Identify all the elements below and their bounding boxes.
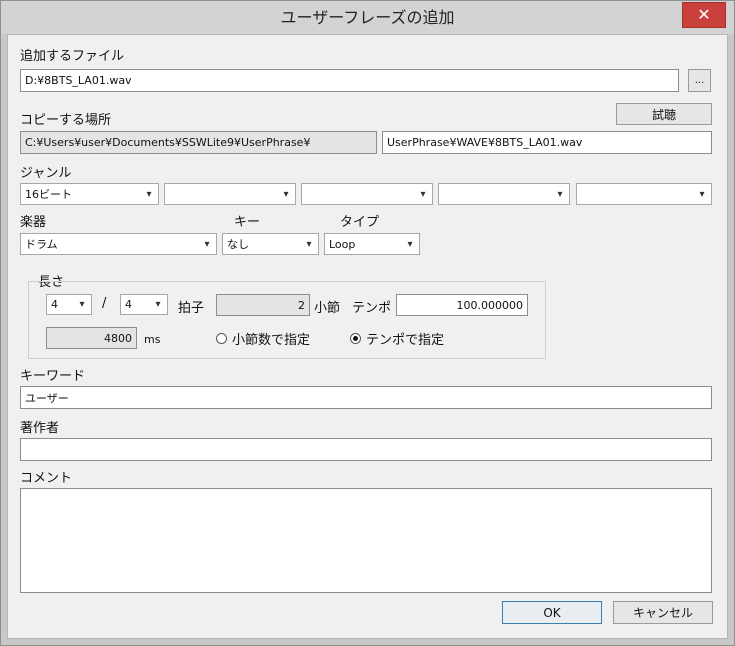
comment-label: コメント <box>20 471 73 486</box>
keyword-label: キーワード <box>20 369 86 384</box>
genre-select-5[interactable]: ▾ <box>576 183 712 205</box>
copy-base-path: C:¥Users¥user¥Documents¥SSWLite9¥UserPhr… <box>20 131 377 154</box>
instrument-select[interactable]: ドラム ▾ <box>20 233 217 255</box>
radio-specify-bars[interactable]: 小節数で指定 <box>216 329 310 348</box>
genre-select-1-value: 16ビート <box>25 188 72 201</box>
title-bar: ユーザーフレーズの追加 ✕ <box>1 1 734 34</box>
keyword-input[interactable]: ユーザー <box>20 386 712 409</box>
beat-denominator-select[interactable]: 4 ▾ <box>120 294 168 315</box>
genre-select-4[interactable]: ▾ <box>438 183 570 205</box>
radio-bars-circle[interactable] <box>216 333 227 344</box>
genre-label: ジャンル <box>20 166 72 181</box>
beat-denominator-value: 4 <box>125 298 132 311</box>
bars-label: 小節 <box>314 301 341 316</box>
beat-numerator-value: 4 <box>51 298 58 311</box>
chevron-down-icon: ▾ <box>557 188 563 200</box>
length-ms-field: 4800 <box>46 327 137 349</box>
radio-tempo-circle[interactable] <box>350 333 361 344</box>
browse-button[interactable]: ... <box>688 69 711 92</box>
radio-tempo-label: テンポで指定 <box>366 333 445 348</box>
radio-bars-label: 小節数で指定 <box>232 333 311 348</box>
chevron-down-icon: ▾ <box>79 299 85 310</box>
instrument-label: 楽器 <box>20 215 47 230</box>
beat-label: 拍子 <box>178 301 205 316</box>
type-select[interactable]: Loop ▾ <box>324 233 420 255</box>
bars-count-field: 2 <box>216 294 310 316</box>
author-label: 著作者 <box>20 421 60 436</box>
add-user-phrase-dialog: ユーザーフレーズの追加 ✕ 追加するファイル D:¥8BTS_LA01.wav … <box>0 0 735 646</box>
tempo-label: テンポ <box>352 301 392 316</box>
type-label: タイプ <box>340 215 380 230</box>
instrument-value: ドラム <box>25 238 58 251</box>
ms-unit-label: ms <box>144 333 161 346</box>
radio-specify-tempo[interactable]: テンポで指定 <box>350 329 444 348</box>
key-label: キー <box>234 215 261 230</box>
type-value: Loop <box>329 237 356 251</box>
chevron-down-icon: ▾ <box>407 238 413 250</box>
close-button[interactable]: ✕ <box>682 2 726 28</box>
genre-select-1[interactable]: 16ビート ▾ <box>20 183 159 205</box>
file-path-input[interactable]: D:¥8BTS_LA01.wav <box>20 69 679 92</box>
beat-slash: / <box>102 296 107 311</box>
close-icon: ✕ <box>697 5 711 24</box>
copy-relative-path-input[interactable]: UserPhrase¥WAVE¥8BTS_LA01.wav <box>382 131 712 154</box>
ok-button[interactable]: OK <box>502 601 602 624</box>
chevron-down-icon: ▾ <box>204 238 210 250</box>
preview-button[interactable]: 試聴 <box>616 103 712 125</box>
key-select[interactable]: なし ▾ <box>222 233 319 255</box>
chevron-down-icon: ▾ <box>699 188 705 200</box>
cancel-button[interactable]: キャンセル <box>613 601 713 624</box>
key-value: なし <box>227 238 249 251</box>
chevron-down-icon: ▾ <box>306 238 312 250</box>
tempo-input[interactable]: 100.000000 <box>396 294 528 316</box>
window-title: ユーザーフレーズの追加 <box>280 8 455 27</box>
copy-location-label: コピーする場所 <box>20 113 112 128</box>
chevron-down-icon: ▾ <box>283 188 289 200</box>
comment-textarea[interactable] <box>20 488 712 593</box>
genre-select-2[interactable]: ▾ <box>164 183 296 205</box>
chevron-down-icon: ▾ <box>146 188 152 200</box>
chevron-down-icon: ▾ <box>420 188 426 200</box>
beat-numerator-select[interactable]: 4 ▾ <box>46 294 92 315</box>
author-input[interactable] <box>20 438 712 461</box>
file-label: 追加するファイル <box>20 49 125 64</box>
chevron-down-icon: ▾ <box>155 299 161 310</box>
dialog-body: 追加するファイル D:¥8BTS_LA01.wav ... コピーする場所 試聴… <box>7 34 728 639</box>
genre-select-3[interactable]: ▾ <box>301 183 433 205</box>
